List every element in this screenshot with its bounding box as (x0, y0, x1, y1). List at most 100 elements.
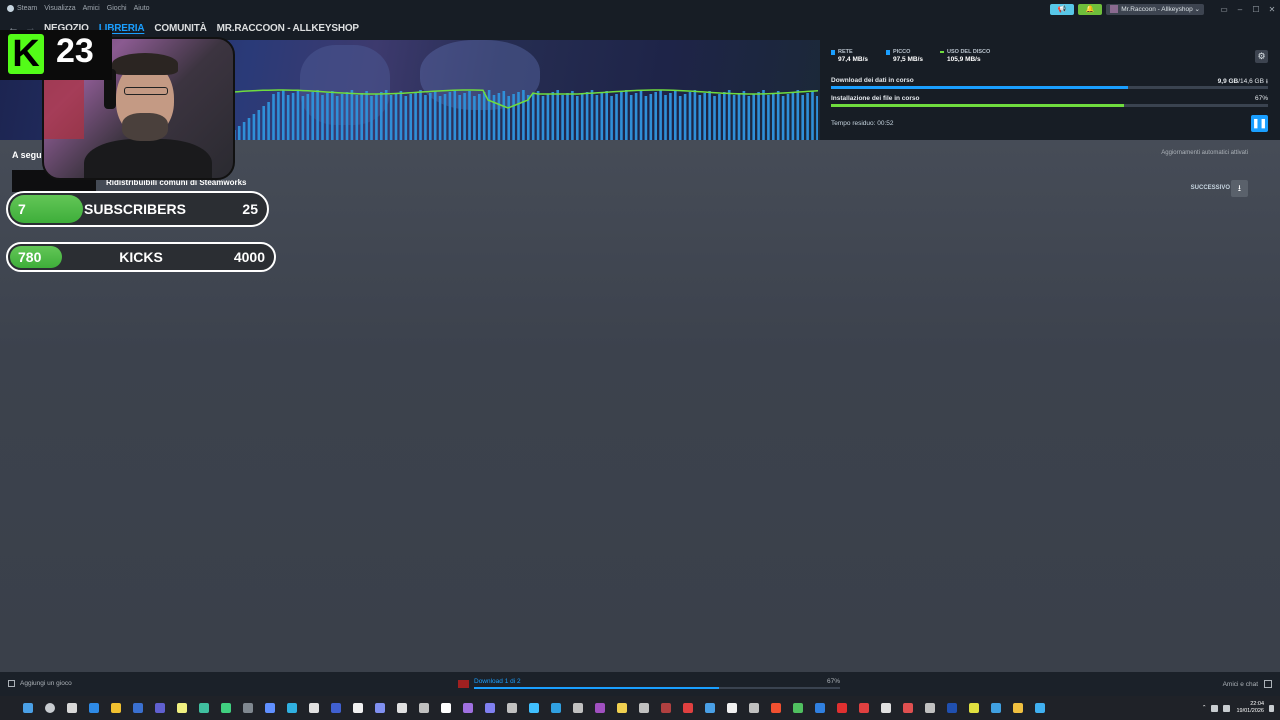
account-menu[interactable]: Mr.Raccoon - Allkeyshop ⌄ (1106, 3, 1204, 15)
taskbar-app-icon[interactable] (727, 703, 737, 713)
add-game-button[interactable]: Aggiungi un gioco (8, 680, 72, 687)
subscribers-label: SUBSCRIBERS (84, 201, 186, 217)
graph-bar (566, 93, 569, 140)
taskbar-app-icon[interactable] (243, 703, 253, 713)
taskbar-app-icon[interactable] (485, 703, 495, 713)
taskbar-app-icon[interactable] (639, 703, 649, 713)
graph-bar (448, 92, 452, 140)
taskbar-app-icon[interactable] (837, 703, 847, 713)
taskbar-app-icon[interactable] (969, 703, 979, 713)
glasses-icon (124, 87, 168, 95)
install-percent: 67% (1254, 95, 1268, 102)
graph-bar (453, 90, 457, 140)
taskbar-app-icon[interactable] (595, 703, 605, 713)
chevron-up-icon[interactable]: ⌃ (1202, 705, 1207, 711)
taskbar-app-icon[interactable] (573, 703, 583, 713)
taskbar-app-icon[interactable] (815, 703, 825, 713)
graph-bar (683, 94, 687, 140)
taskbar-app-icon[interactable] (67, 703, 77, 713)
account-name: Mr.Raccoon - Allkeyshop (1121, 5, 1193, 13)
graph-bar (723, 92, 726, 140)
taskbar-app-icon[interactable] (1035, 703, 1045, 713)
taskbar-app-icon[interactable] (991, 703, 1001, 713)
taskbar-app-icon[interactable] (199, 703, 209, 713)
graph-bar (340, 94, 344, 140)
stat-peak-value: 97,5 MB/s (893, 56, 923, 63)
windows-start-icon[interactable] (23, 703, 33, 713)
graph-bar (757, 92, 760, 140)
taskbar-app-icon[interactable] (617, 703, 627, 713)
menu-help[interactable]: Aiuto (134, 5, 150, 12)
graph-bar (664, 95, 667, 140)
graph-bar (767, 95, 770, 140)
taskbar-app-icon[interactable] (89, 703, 99, 713)
taskbar-app-icon[interactable] (947, 703, 957, 713)
pause-button[interactable]: ❚❚ (1251, 115, 1268, 132)
webcam-person-beard (122, 113, 168, 141)
maximize-icon[interactable]: ☐ (1248, 5, 1264, 14)
broadcast-button[interactable]: 📢 (1050, 3, 1075, 15)
taskbar-app-icon[interactable] (155, 703, 165, 713)
taskbar-app-icon[interactable] (265, 703, 275, 713)
taskbar-app-icon[interactable] (551, 703, 561, 713)
nav-profile[interactable]: MR.RACCOON - ALLKEYSHOP (217, 23, 359, 34)
graph-bar (610, 96, 613, 140)
taskbar-app-icon[interactable] (463, 703, 473, 713)
nav-community[interactable]: COMUNITÀ (154, 23, 206, 34)
volume-icon[interactable] (1223, 704, 1231, 712)
taskbar-app-icon[interactable] (331, 703, 341, 713)
menu-steam[interactable]: Steam (17, 5, 37, 12)
taskbar-app-icon[interactable] (749, 703, 759, 713)
minimize-icon[interactable]: – (1232, 5, 1248, 14)
menu-friends[interactable]: Amici (83, 5, 100, 12)
show-desktop-icon[interactable] (1269, 704, 1274, 712)
graph-bar (507, 96, 510, 140)
chat-icon (1264, 680, 1272, 688)
graph-bar (796, 90, 800, 140)
taskbar-app-icon[interactable] (221, 703, 231, 713)
graph-bar (713, 96, 716, 140)
notifications-button[interactable]: 🔔 (1078, 3, 1103, 15)
taskbar-app-icon[interactable] (925, 703, 935, 713)
taskbar-app-icon[interactable] (177, 703, 187, 713)
taskbar-app-icon[interactable] (309, 703, 319, 713)
taskbar-app-icon[interactable] (683, 703, 693, 713)
stat-peak: PICCO 97,5 MB/s (886, 49, 923, 63)
graph-bar (669, 93, 672, 140)
graph-bar (762, 90, 765, 140)
gear-icon[interactable]: ⚙ (1255, 50, 1268, 63)
taskbar-app-icon[interactable] (287, 703, 297, 713)
taskbar-app-icon[interactable] (661, 703, 671, 713)
taskbar-app-icon[interactable] (133, 703, 143, 713)
menu-view[interactable]: Visualizza (44, 5, 75, 12)
graph-bar (551, 92, 555, 140)
graph-bar (384, 90, 388, 140)
taskbar-app-icon[interactable] (771, 703, 781, 713)
taskbar-app-icon[interactable] (441, 703, 451, 713)
taskbar-app-icon[interactable] (793, 703, 803, 713)
taskbar-app-icon[interactable] (507, 703, 517, 713)
big-picture-icon[interactable]: ▭ (1216, 5, 1232, 14)
taskbar-app-icon[interactable] (397, 703, 407, 713)
friends-chat-button[interactable]: Amici e chat (1223, 680, 1272, 688)
taskbar-app-icon[interactable] (419, 703, 429, 713)
network-icon[interactable] (1211, 704, 1219, 712)
taskbar-app-icon[interactable] (353, 703, 363, 713)
download-next-button[interactable]: ⭳ (1231, 180, 1248, 197)
close-icon[interactable]: ✕ (1264, 5, 1280, 14)
taskbar-app-icon[interactable] (111, 703, 121, 713)
taskbar-app-icon[interactable] (375, 703, 385, 713)
auto-updates-status[interactable]: Aggiornamenti automatici attivati (1161, 150, 1248, 156)
taskbar-app-icon[interactable] (529, 703, 539, 713)
clock[interactable]: 22:04 19/01/2026 (1236, 701, 1264, 715)
taskbar-app-icon[interactable] (859, 703, 869, 713)
graph-bar (546, 94, 550, 140)
taskbar-app-icon[interactable] (705, 703, 715, 713)
taskbar-app-icon[interactable] (881, 703, 891, 713)
search-icon[interactable] (45, 703, 55, 713)
graph-bar (732, 95, 736, 140)
steam-menu-bar: Steam Visualizza Amici Giochi Aiuto 📢 🔔 … (0, 0, 1280, 16)
taskbar-app-icon[interactable] (903, 703, 913, 713)
taskbar-app-icon[interactable] (1013, 703, 1023, 713)
menu-games[interactable]: Giochi (107, 5, 127, 12)
